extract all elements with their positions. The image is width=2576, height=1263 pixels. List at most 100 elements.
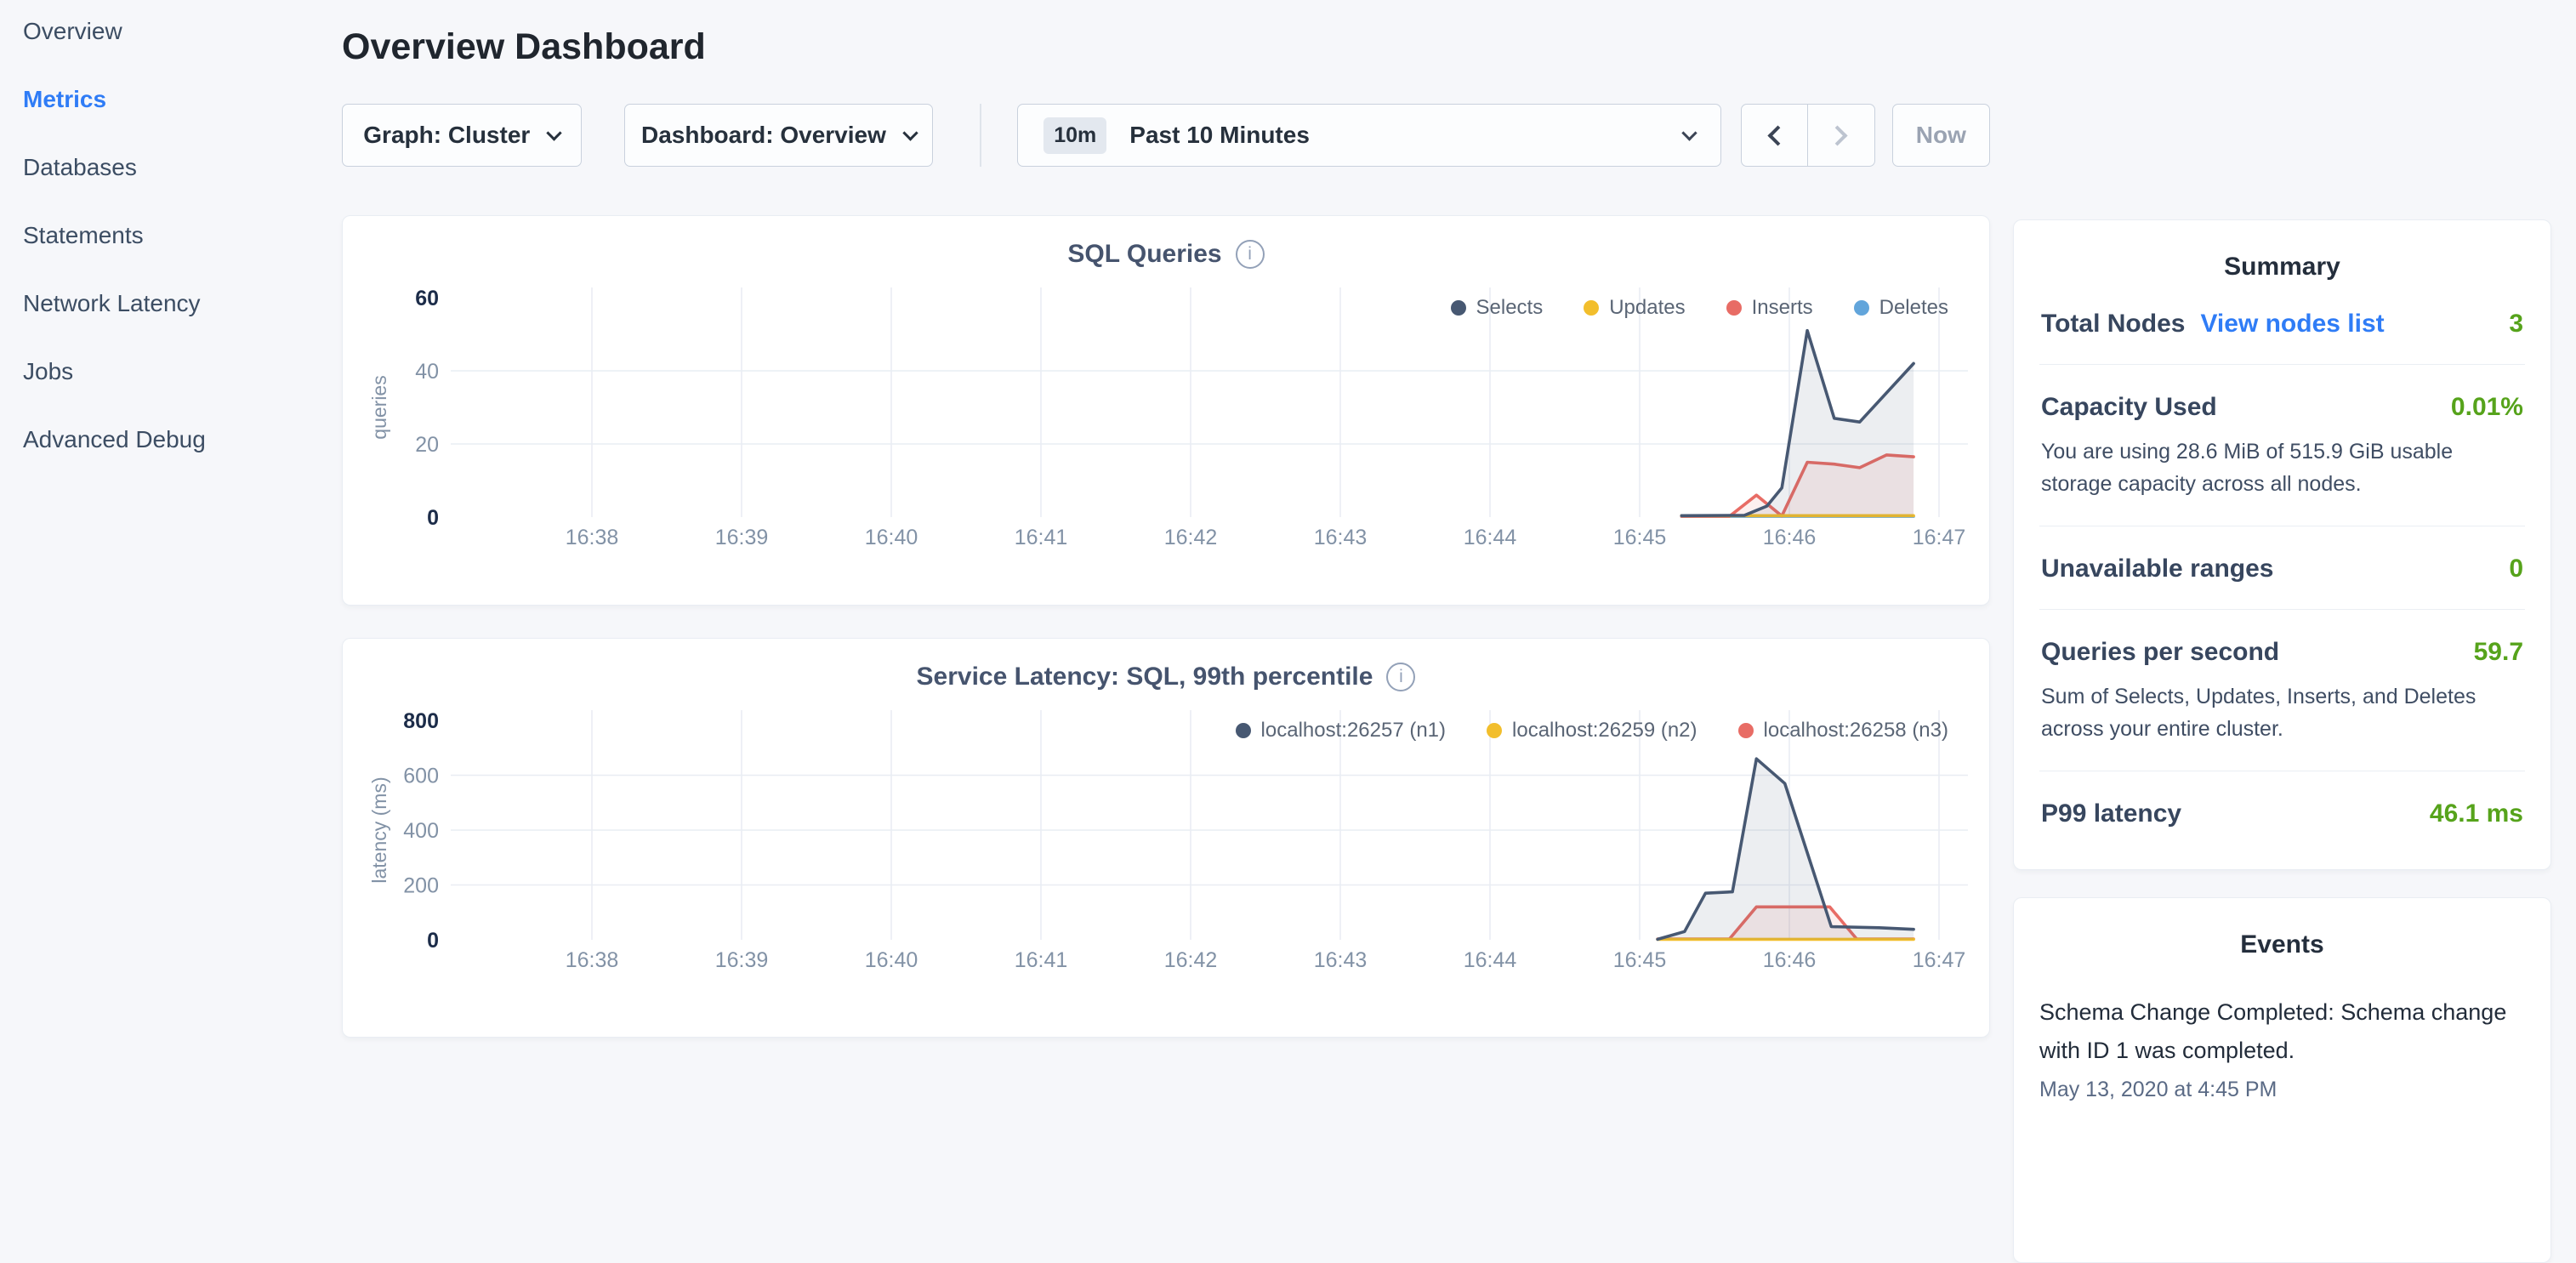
sidebar: Overview Metrics Databases Statements Ne… xyxy=(0,0,298,1051)
svg-text:16:46: 16:46 xyxy=(1763,948,1817,972)
time-range-selector[interactable]: 10m Past 10 Minutes xyxy=(1017,104,1720,167)
svg-text:16:46: 16:46 xyxy=(1763,526,1817,549)
dashboard-dropdown-label: Dashboard: Overview xyxy=(641,122,886,149)
summary-label: Unavailable ranges xyxy=(2041,555,2273,583)
now-button[interactable]: Now xyxy=(1892,104,1990,167)
chevron-left-icon xyxy=(1767,125,1788,145)
events-card: Events Schema Change Completed: Schema c… xyxy=(2013,897,2551,1263)
legend-item-selects[interactable]: Selects xyxy=(1451,296,1544,320)
svg-text:16:44: 16:44 xyxy=(1464,948,1517,972)
summary-row-unavailable-ranges: Unavailable ranges 0 xyxy=(2039,526,2525,610)
svg-text:latency (ms): latency (ms) xyxy=(368,777,390,883)
summary-subtext: You are using 28.6 MiB of 515.9 GiB usab… xyxy=(2041,436,2505,500)
chevron-down-icon xyxy=(902,125,918,140)
legend-dot-icon xyxy=(1236,723,1251,738)
dashboard-dropdown[interactable]: Dashboard: Overview xyxy=(624,104,934,167)
summary-label: Queries per second xyxy=(2041,638,2279,667)
sidebar-item-databases[interactable]: Databases xyxy=(23,155,298,180)
summary-title: Summary xyxy=(2039,253,2525,282)
sidebar-item-jobs[interactable]: Jobs xyxy=(23,359,298,384)
summary-label: P99 latency xyxy=(2041,799,2181,828)
legend-item-inserts[interactable]: Inserts xyxy=(1726,296,1813,320)
graph-dropdown[interactable]: Graph: Cluster xyxy=(342,104,582,167)
legend-dot-icon xyxy=(1854,300,1869,316)
svg-text:600: 600 xyxy=(403,765,439,788)
sidebar-item-statements[interactable]: Statements xyxy=(23,223,298,248)
legend-dot-icon xyxy=(1738,723,1754,738)
info-icon[interactable] xyxy=(1236,240,1265,269)
sidebar-item-network-latency[interactable]: Network Latency xyxy=(23,291,298,316)
legend-label: localhost:26257 (n1) xyxy=(1261,719,1446,742)
summary-row-queries-per-second: Queries per second 59.7 Sum of Selects, … xyxy=(2039,610,2525,771)
sidebar-item-metrics[interactable]: Metrics xyxy=(23,87,298,112)
summary-value: 3 xyxy=(2509,310,2523,339)
svg-text:16:45: 16:45 xyxy=(1613,948,1667,972)
chart-title: Service Latency: SQL, 99th percentile xyxy=(917,663,1373,691)
chevron-down-icon xyxy=(547,125,562,140)
page-title: Overview Dashboard xyxy=(342,26,1990,68)
legend-item-deletes[interactable]: Deletes xyxy=(1854,296,1948,320)
prev-time-button[interactable] xyxy=(1741,104,1808,167)
summary-label: Total Nodes xyxy=(2041,310,2185,339)
svg-text:16:39: 16:39 xyxy=(715,526,769,549)
svg-text:16:47: 16:47 xyxy=(1913,948,1966,972)
toolbar: Graph: Cluster Dashboard: Overview 10m P… xyxy=(342,104,1990,167)
svg-text:16:43: 16:43 xyxy=(1314,526,1368,549)
svg-text:20: 20 xyxy=(415,433,439,457)
legend-dot-icon xyxy=(1487,723,1502,738)
chart-title: SQL Queries xyxy=(1067,240,1221,269)
legend-label: Updates xyxy=(1609,296,1685,320)
legend-dot-icon xyxy=(1726,300,1742,316)
svg-text:0: 0 xyxy=(427,506,439,530)
legend-dot-icon xyxy=(1451,300,1466,316)
event-message[interactable]: Schema Change Completed: Schema change w… xyxy=(2039,993,2525,1069)
summary-row-total-nodes: Total Nodes View nodes list 3 xyxy=(2039,282,2525,365)
time-step-buttons xyxy=(1741,104,1875,167)
summary-subtext: Sum of Selects, Updates, Inserts, and De… xyxy=(2041,681,2505,745)
legend-item-n2[interactable]: localhost:26259 (n2) xyxy=(1487,719,1697,742)
summary-value: 59.7 xyxy=(2474,638,2523,667)
view-nodes-list-link[interactable]: View nodes list xyxy=(2200,310,2384,339)
svg-text:16:39: 16:39 xyxy=(715,948,769,972)
next-time-button[interactable] xyxy=(1808,104,1875,167)
legend-item-n3[interactable]: localhost:26258 (n3) xyxy=(1738,719,1948,742)
info-icon[interactable] xyxy=(1386,663,1415,691)
events-title: Events xyxy=(2039,930,2525,959)
summary-card: Summary Total Nodes View nodes list 3 Ca… xyxy=(2013,219,2551,870)
event-timestamp: May 13, 2020 at 4:45 PM xyxy=(2039,1078,2525,1102)
sql-queries-chart: 16:38 16:39 16:40 16:41 16:42 16:43 16:44 16:45… xyxy=(355,277,1976,563)
sidebar-item-advanced-debug[interactable]: Advanced Debug xyxy=(23,427,298,452)
summary-row-capacity-used: Capacity Used 0.01% You are using 28.6 M… xyxy=(2039,365,2525,526)
legend-label: Deletes xyxy=(1879,296,1948,320)
chevron-right-icon xyxy=(1828,125,1848,145)
legend-label: localhost:26259 (n2) xyxy=(1512,719,1697,742)
summary-label: Capacity Used xyxy=(2041,393,2217,422)
graph-dropdown-label: Graph: Cluster xyxy=(363,122,530,149)
summary-value: 0 xyxy=(2509,555,2523,583)
svg-text:16:38: 16:38 xyxy=(566,526,619,549)
svg-text:16:42: 16:42 xyxy=(1164,948,1218,972)
svg-text:16:45: 16:45 xyxy=(1613,526,1667,549)
legend-item-updates[interactable]: Updates xyxy=(1584,296,1685,320)
svg-text:16:40: 16:40 xyxy=(865,526,918,549)
main-content: Overview Dashboard Graph: Cluster Dashbo… xyxy=(342,0,1990,1038)
svg-text:16:40: 16:40 xyxy=(865,948,918,972)
chart-legend: Selects Updates Inserts Deletes xyxy=(1451,296,1949,320)
svg-text:0: 0 xyxy=(427,929,439,953)
svg-text:40: 40 xyxy=(415,360,439,384)
service-latency-chart-card: Service Latency: SQL, 99th percentile lo… xyxy=(342,638,1990,1038)
legend-dot-icon xyxy=(1584,300,1599,316)
summary-row-p99-latency: P99 latency 46.1 ms xyxy=(2039,771,2525,849)
sidebar-item-overview[interactable]: Overview xyxy=(23,19,298,44)
svg-text:16:41: 16:41 xyxy=(1015,526,1068,549)
svg-text:16:43: 16:43 xyxy=(1314,948,1368,972)
time-range-label: Past 10 Minutes xyxy=(1129,122,1310,149)
svg-text:16:42: 16:42 xyxy=(1164,526,1218,549)
legend-label: localhost:26258 (n3) xyxy=(1764,719,1948,742)
svg-text:16:47: 16:47 xyxy=(1913,526,1966,549)
legend-item-n1[interactable]: localhost:26257 (n1) xyxy=(1236,719,1446,742)
summary-value: 0.01% xyxy=(2451,393,2523,422)
service-latency-chart: 16:3816:3916:4016:4116:4216:4316:4416:45… xyxy=(355,700,1976,986)
svg-text:200: 200 xyxy=(403,874,439,898)
svg-text:16:44: 16:44 xyxy=(1464,526,1517,549)
